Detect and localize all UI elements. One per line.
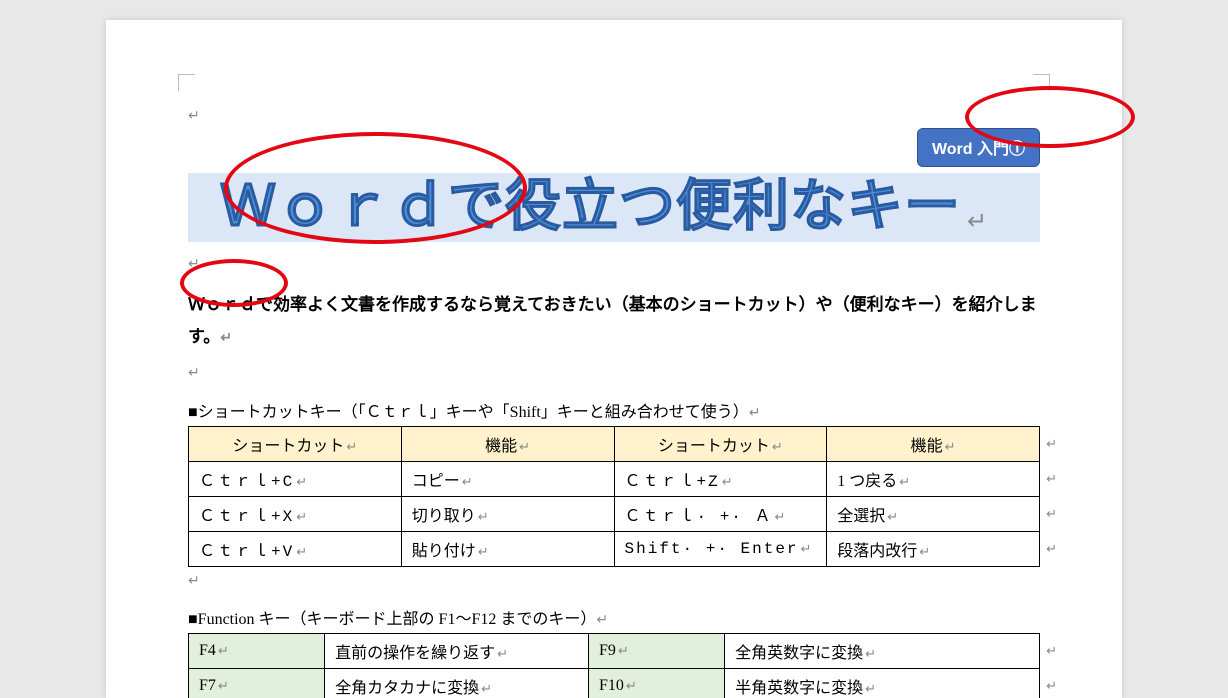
table-row: F7↵ 全角カタカナに変換↵ F10↵ 半角英数字に変換↵↵ <box>189 668 1040 698</box>
paragraph-mark: ↵ <box>188 361 1040 383</box>
table-cell: 全角英数字に変換↵↵ <box>725 633 1040 668</box>
table-row: Ｃｔｒｌ+C↵ コピー↵ Ｃｔｒｌ+Z↵ 1 つ戻る↵↵ <box>189 461 1040 496</box>
table-cell: 切り取り↵ <box>401 496 614 531</box>
title-block: Ｗｏｒｄで役立つ便利なキー↵ <box>188 173 1040 242</box>
table-header-cell: 機能↵↵ <box>827 426 1040 461</box>
table-header-cell: ショートカット↵ <box>189 426 402 461</box>
badge-row: Word 入門① <box>188 128 1040 167</box>
table-cell: コピー↵ <box>401 461 614 496</box>
table-cell: 段落内改行↵↵ <box>827 531 1040 566</box>
table-cell: F9↵ <box>588 633 724 668</box>
intro-paragraph: Ｗｏｒｄで効率よく文書を作成するなら覚えておきたい（基本のショートカット）や（便… <box>188 289 1040 354</box>
table-cell: Ｃｔｒｌ+Z↵ <box>614 461 827 496</box>
margin-corner-mark <box>178 74 195 91</box>
margin-corner-mark <box>1033 74 1050 91</box>
table-row: Ｃｔｒｌ+V↵ 貼り付け↵ Shift· +· Enter↵ 段落内改行↵↵ <box>189 531 1040 566</box>
table-cell: Ｃｔｒｌ+C↵ <box>189 461 402 496</box>
table-row: F4↵ 直前の操作を繰り返す↵ F9↵ 全角英数字に変換↵↵ <box>189 633 1040 668</box>
table-cell: F7↵ <box>189 668 325 698</box>
paragraph-mark: ↵ <box>188 569 1040 591</box>
table-cell: 貼り付け↵ <box>401 531 614 566</box>
section-heading-shortcuts: ■ショートカットキー（「Ｃｔｒｌ」キーや「Shift」キーと組み合わせて使う）↵ <box>188 398 1040 422</box>
table-cell: Ｃｔｒｌ+X↵ <box>189 496 402 531</box>
table-cell: 全角カタカナに変換↵ <box>325 668 589 698</box>
table-cell: 直前の操作を繰り返す↵ <box>325 633 589 668</box>
table-cell: Shift· +· Enter↵ <box>614 531 827 566</box>
paragraph-mark: ↵ <box>188 252 1040 274</box>
table-header-cell: 機能↵ <box>401 426 614 461</box>
table-header-row: ショートカット↵ 機能↵ ショートカット↵ 機能↵↵ <box>189 426 1040 461</box>
page: ↵ Word 入門① Ｗｏｒｄで役立つ便利なキー↵ ↵ Ｗｏｒｄで効率よく文書を… <box>106 20 1122 698</box>
table-header-cell: ショートカット↵ <box>614 426 827 461</box>
table-cell: 全選択↵↵ <box>827 496 1040 531</box>
table-cell: F4↵ <box>189 633 325 668</box>
table-cell: Ｃｔｒｌ· +· Ａ↵ <box>614 496 827 531</box>
document-title: Ｗｏｒｄで役立つ便利なキー <box>220 174 961 237</box>
paragraph-mark: ↵ <box>967 208 987 235</box>
table-cell: F10↵ <box>588 668 724 698</box>
function-key-table: F4↵ 直前の操作を繰り返す↵ F9↵ 全角英数字に変換↵↵ F7↵ 全角カタカ… <box>188 633 1040 698</box>
section-heading-function-keys: ■Function キー（キーボード上部の F1～F12 までのキー）↵ <box>188 605 1040 629</box>
series-badge: Word 入門① <box>917 128 1040 167</box>
table-cell: Ｃｔｒｌ+V↵ <box>189 531 402 566</box>
document-viewport: ↵ Word 入門① Ｗｏｒｄで役立つ便利なキー↵ ↵ Ｗｏｒｄで効率よく文書を… <box>0 0 1228 698</box>
document-content: ↵ Word 入門① Ｗｏｒｄで役立つ便利なキー↵ ↵ Ｗｏｒｄで効率よく文書を… <box>188 102 1040 698</box>
table-row: Ｃｔｒｌ+X↵ 切り取り↵ Ｃｔｒｌ· +· Ａ↵ 全選択↵↵ <box>189 496 1040 531</box>
table-cell: 半角英数字に変換↵↵ <box>725 668 1040 698</box>
shortcut-table: ショートカット↵ 機能↵ ショートカット↵ 機能↵↵ Ｃｔｒｌ+C↵ コピー↵ … <box>188 426 1040 567</box>
table-cell: 1 つ戻る↵↵ <box>827 461 1040 496</box>
paragraph-mark: ↵ <box>188 104 1040 126</box>
